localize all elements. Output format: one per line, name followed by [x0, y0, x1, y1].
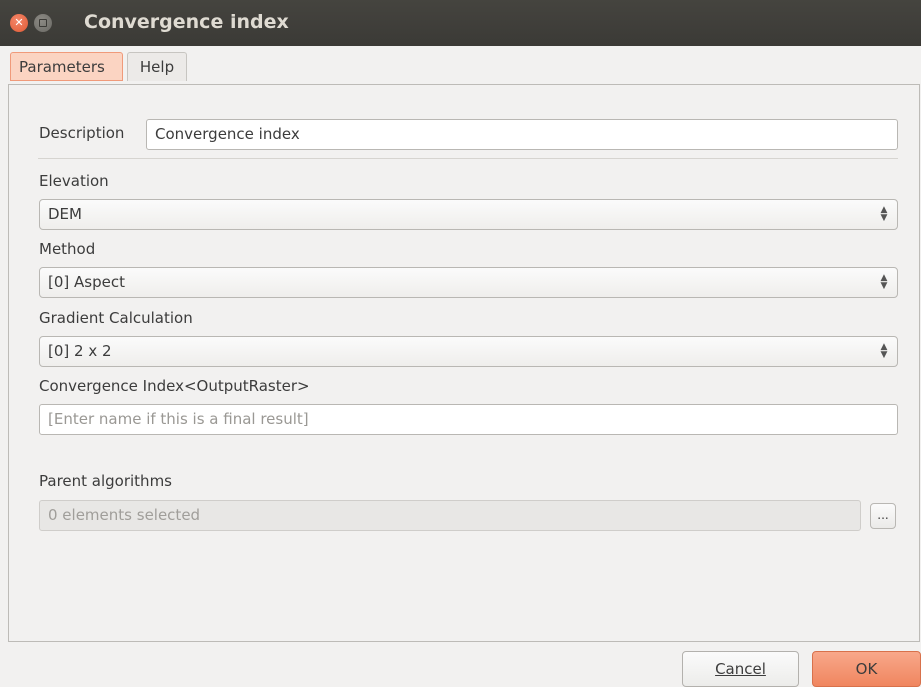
method-select[interactable]: [0] Aspect ▲ ▼ — [39, 267, 898, 298]
up-down-arrows-icon: ▲ ▼ — [880, 273, 888, 291]
tab-parameters[interactable]: Parameters — [10, 52, 123, 81]
browse-button[interactable]: ... — [870, 503, 896, 529]
description-field[interactable]: Convergence index — [146, 119, 898, 150]
up-down-arrows-icon: ▲ ▼ — [880, 205, 888, 223]
gradient-calculation-value: [0] 2 x 2 — [48, 342, 112, 360]
cancel-label: Cancel — [715, 660, 766, 678]
gradient-calculation-select[interactable]: [0] 2 x 2 ▲ ▼ — [39, 336, 898, 367]
elevation-select[interactable]: DEM ▲ ▼ — [39, 199, 898, 230]
title-bar: ✕ Convergence index — [0, 0, 921, 46]
method-value: [0] Aspect — [48, 273, 125, 291]
method-label: Method — [39, 240, 96, 258]
description-label: Description — [39, 124, 125, 142]
tab-help[interactable]: Help — [127, 52, 187, 81]
ok-label: OK — [855, 660, 878, 678]
separator — [38, 158, 898, 159]
up-down-arrows-icon: ▲ ▼ — [880, 342, 888, 360]
elevation-value: DEM — [48, 205, 82, 223]
parent-algorithms-label: Parent algorithms — [39, 472, 172, 490]
close-icon[interactable]: ✕ — [10, 14, 28, 32]
parent-algorithms-field: 0 elements selected — [39, 500, 861, 531]
elevation-label: Elevation — [39, 172, 109, 190]
window-title: Convergence index — [84, 11, 289, 33]
maximize-icon[interactable] — [34, 14, 52, 32]
output-raster-field[interactable]: [Enter name if this is a final result] — [39, 404, 898, 435]
output-raster-label: Convergence Index<OutputRaster> — [39, 377, 310, 395]
gradient-calculation-label: Gradient Calculation — [39, 309, 193, 327]
